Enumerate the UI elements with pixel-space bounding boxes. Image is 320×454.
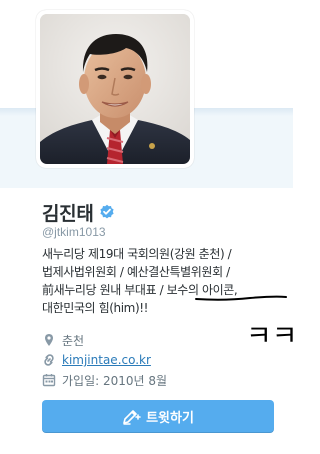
tweet-button[interactable]: 트윗하기 <box>42 400 274 433</box>
website-link[interactable]: kimjintae.co.kr <box>62 353 151 367</box>
name-row: 김진태 <box>42 199 115 226</box>
avatar[interactable] <box>40 14 190 164</box>
avatar-photo <box>40 14 190 164</box>
link-icon <box>44 354 54 366</box>
location-row: 춘천 <box>42 331 84 349</box>
profile-bio: 새누리당 제19대 국회의원(강원 춘천) / 법제사법위원회 / 예산결산특별… <box>42 245 287 317</box>
profile-handle[interactable]: @jtkim1013 <box>42 225 106 239</box>
profile-card: 김진태 @jtkim1013 새누리당 제19대 국회의원(강원 춘천) / 법… <box>0 0 293 454</box>
tweet-button-label: 트윗하기 <box>146 411 194 426</box>
calendar-icon <box>42 374 56 387</box>
location-pin-icon <box>45 334 53 346</box>
handwritten-text: ㅋㅋ <box>246 319 293 352</box>
avatar-frame <box>36 10 194 168</box>
verified-badge-icon <box>99 204 114 219</box>
location-text: 춘천 <box>62 333 85 348</box>
bio-line: 대한민국의 힘(him)!! <box>42 301 149 315</box>
bio-line: 법제사법위원회 / 예산결산특별위원회 / <box>42 265 230 279</box>
joined-date: 가입일: 2010년 8월 <box>62 373 168 388</box>
compose-icon <box>123 409 141 425</box>
profile-name[interactable]: 김진태 <box>42 199 94 226</box>
website-row: kimjintae.co.kr <box>42 351 151 369</box>
bio-line: 前새누리당 원내 부대표 / 보수의 아이콘, <box>42 283 238 297</box>
bio-line: 새누리당 제19대 국회의원(강원 춘천) / <box>42 247 232 261</box>
joined-row: 가입일: 2010년 8월 <box>42 371 167 389</box>
